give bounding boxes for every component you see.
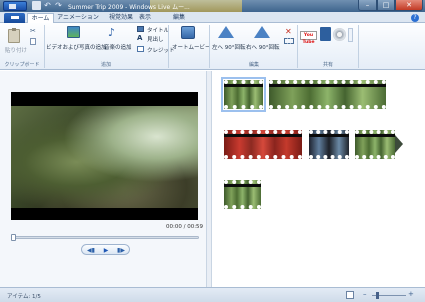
item-count: アイテム: 1/5 — [7, 294, 41, 300]
share-gallery-more[interactable] — [348, 28, 353, 42]
group-divider — [297, 25, 298, 68]
rotate-right-icon[interactable] — [254, 26, 270, 38]
clip-6[interactable] — [224, 180, 261, 209]
time-readout: 00:00 / 00:59 — [166, 224, 204, 230]
storyboard-pane — [213, 71, 425, 287]
status-bar: アイテム: 1/5 – + — [0, 287, 425, 302]
paste-button[interactable]: 貼り付け — [5, 46, 27, 54]
app-menu-icon — [9, 4, 16, 9]
tab-home[interactable]: ホーム — [27, 13, 54, 23]
delete-icon[interactable]: ✕ — [285, 27, 292, 36]
caption-button[interactable]: 見出し — [147, 35, 164, 43]
seek-bar[interactable] — [11, 234, 199, 241]
group-divider — [358, 25, 359, 68]
help-icon[interactable]: ? — [411, 14, 419, 22]
automovie-button[interactable]: オートムービー — [172, 43, 211, 51]
automovie-icon[interactable] — [181, 26, 195, 39]
burn-dvd-icon[interactable] — [333, 28, 346, 41]
mobile-device-icon[interactable] — [320, 27, 331, 41]
save-quick-icon[interactable] — [32, 1, 41, 10]
ribbon-tab-bar: ホーム アニメーション 視覚効果 表示 編集 ? — [0, 12, 425, 23]
credit-icon[interactable] — [137, 46, 144, 52]
thumbnail-size-icon[interactable] — [346, 291, 354, 299]
share-group-label: 共有 — [322, 62, 333, 68]
zoom-slider-thumb[interactable] — [376, 292, 379, 299]
previous-frame-button[interactable]: ◀▮ — [85, 247, 97, 254]
add-media-icon[interactable] — [67, 26, 80, 38]
file-menu-tab[interactable] — [4, 13, 25, 23]
next-frame-button[interactable]: ▮▶ — [115, 247, 127, 254]
window-title: Summer Trip 2009 - Windows Live ムー... — [68, 4, 190, 11]
group-divider — [44, 25, 45, 68]
rotate-left-icon[interactable] — [218, 26, 234, 38]
add-media-button[interactable]: ビデオおよび写真の追加 — [46, 43, 107, 51]
redo-icon[interactable]: ↷ — [54, 1, 63, 10]
copy-icon[interactable] — [30, 38, 36, 45]
tab-view[interactable]: 表示 — [138, 13, 152, 23]
title-button[interactable]: タイトル — [147, 26, 169, 34]
clip-5[interactable] — [355, 130, 395, 159]
rotate-left-button[interactable]: 左へ 90°回転 — [212, 43, 246, 51]
undo-icon[interactable]: ↶ — [43, 1, 52, 10]
close-button[interactable]: ✕ — [395, 0, 423, 11]
playback-controls: ◀▮ ▶ ▮▶ — [81, 244, 130, 255]
select-all-icon[interactable] — [284, 38, 294, 44]
add-music-button[interactable]: 音楽の追加 — [104, 43, 132, 51]
rotate-right-button[interactable]: 右へ 90°回転 — [246, 43, 280, 51]
clip-2[interactable] — [269, 80, 386, 109]
paste-icon[interactable] — [8, 28, 20, 43]
menu-icon — [10, 16, 19, 19]
seek-thumb[interactable] — [11, 234, 16, 241]
clip-continue-arrow-icon — [395, 135, 403, 153]
zoom-in-button[interactable]: + — [408, 290, 414, 298]
credit-button[interactable]: クレジット — [147, 46, 175, 54]
maximize-button[interactable]: □ — [377, 0, 395, 11]
editing-group-label: 編集 — [248, 62, 259, 68]
tab-edit[interactable]: 編集 — [166, 13, 192, 23]
group-divider — [168, 25, 169, 68]
title-bar: ↶ ↷ Summer Trip 2009 - Windows Live ムー..… — [0, 0, 425, 12]
clip-3[interactable] — [224, 130, 302, 159]
ribbon: 貼り付け ✂ クリップボード ビデオおよび写真の追加 ♪ 音楽の追加 タイトル … — [0, 23, 425, 70]
video-frame-image — [11, 106, 198, 208]
pane-splitter[interactable] — [206, 71, 212, 287]
tab-animations[interactable]: アニメーション — [56, 13, 100, 23]
title-icon[interactable] — [137, 26, 144, 32]
cut-icon[interactable]: ✂ — [30, 27, 36, 35]
play-button[interactable]: ▶ — [100, 247, 112, 254]
zoom-out-button[interactable]: – — [363, 290, 367, 298]
youtube-share-button[interactable]: You Tube — [300, 31, 317, 45]
clip-1[interactable] — [221, 77, 266, 112]
tab-visual-effects[interactable]: 視覚効果 — [104, 13, 138, 23]
caption-icon[interactable]: A — [137, 35, 142, 42]
clip-4[interactable] — [309, 130, 349, 159]
add-group-label: 追加 — [100, 62, 111, 68]
video-preview[interactable] — [11, 92, 198, 220]
clipboard-group-label: クリップボード — [4, 62, 40, 68]
minimize-button[interactable]: – — [358, 0, 377, 11]
app-menu-button[interactable] — [3, 1, 27, 11]
group-divider — [209, 25, 210, 68]
music-note-icon[interactable]: ♪ — [108, 26, 115, 39]
